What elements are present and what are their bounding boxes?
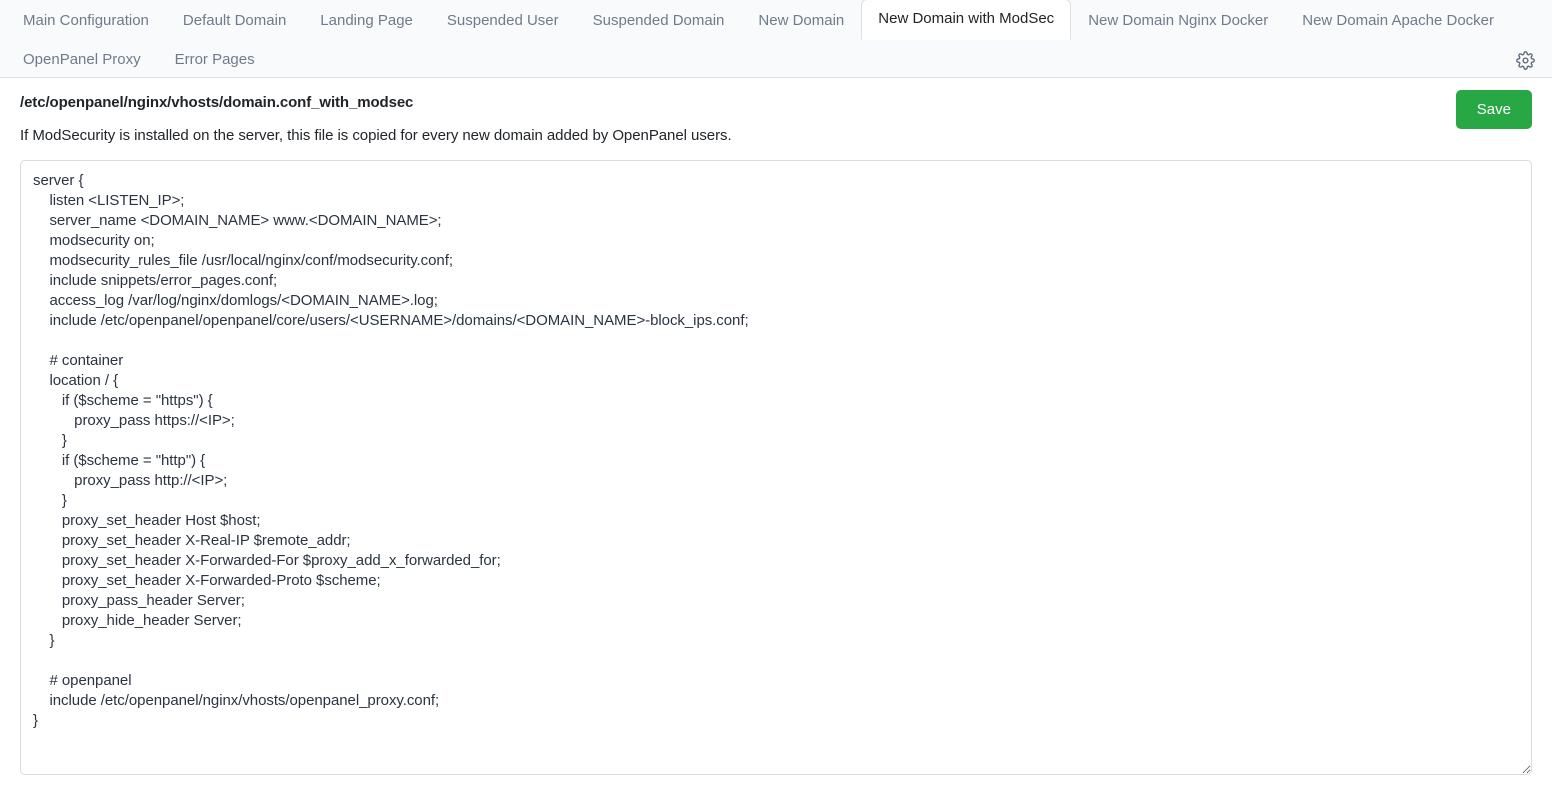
gear-icon[interactable] [1512,47,1538,73]
tab-suspended-domain[interactable]: Suspended Domain [576,0,742,39]
tab-suspended-user[interactable]: Suspended User [430,0,576,39]
editor-container [0,144,1552,775]
tab-row-primary: Main Configuration Default Domain Landing … [0,0,1552,40]
tab-landing-page[interactable]: Landing Page [303,0,430,39]
tab-row-secondary: OpenPanel Proxy Error Pages [0,39,1552,78]
tab-default-domain[interactable]: Default Domain [166,0,303,39]
tab-new-domain-apache-docker[interactable]: New Domain Apache Docker [1285,0,1511,39]
tab-bar: Main Configuration Default Domain Landing … [0,0,1552,78]
page-title: /etc/openpanel/nginx/vhosts/domain.conf_… [20,94,414,111]
save-button[interactable]: Save [1455,90,1532,129]
tab-new-domain-with-modsec[interactable]: New Domain with ModSec [861,0,1072,40]
tab-new-domain-nginx-docker[interactable]: New Domain Nginx Docker [1071,0,1285,39]
editor-header: /etc/openpanel/nginx/vhosts/domain.conf_… [0,78,1552,144]
config-file-textarea[interactable] [20,160,1532,775]
tab-openpanel-proxy[interactable]: OpenPanel Proxy [6,39,158,78]
tab-main-configuration[interactable]: Main Configuration [6,0,166,39]
tab-new-domain[interactable]: New Domain [741,0,861,39]
file-description: If ModSecurity is installed on the serve… [20,127,732,144]
tab-error-pages[interactable]: Error Pages [158,39,272,78]
